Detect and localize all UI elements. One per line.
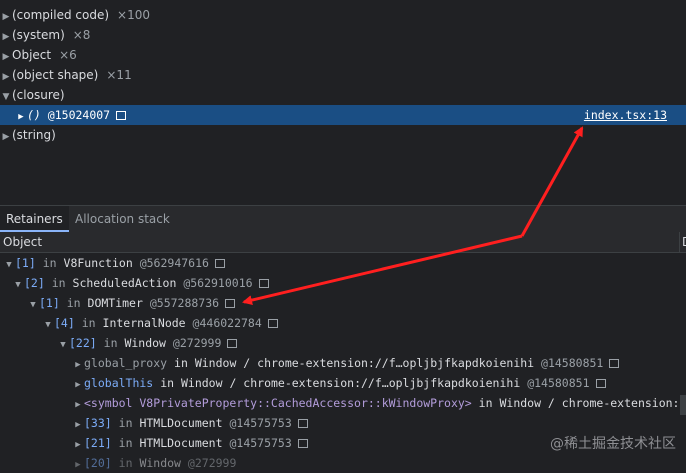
arrow-to-source-link (520, 126, 584, 237)
watermark: @稀土掘金技术社区 (550, 436, 676, 452)
arrow-to-domtimer (242, 234, 523, 306)
annotation-arrows (242, 126, 584, 306)
